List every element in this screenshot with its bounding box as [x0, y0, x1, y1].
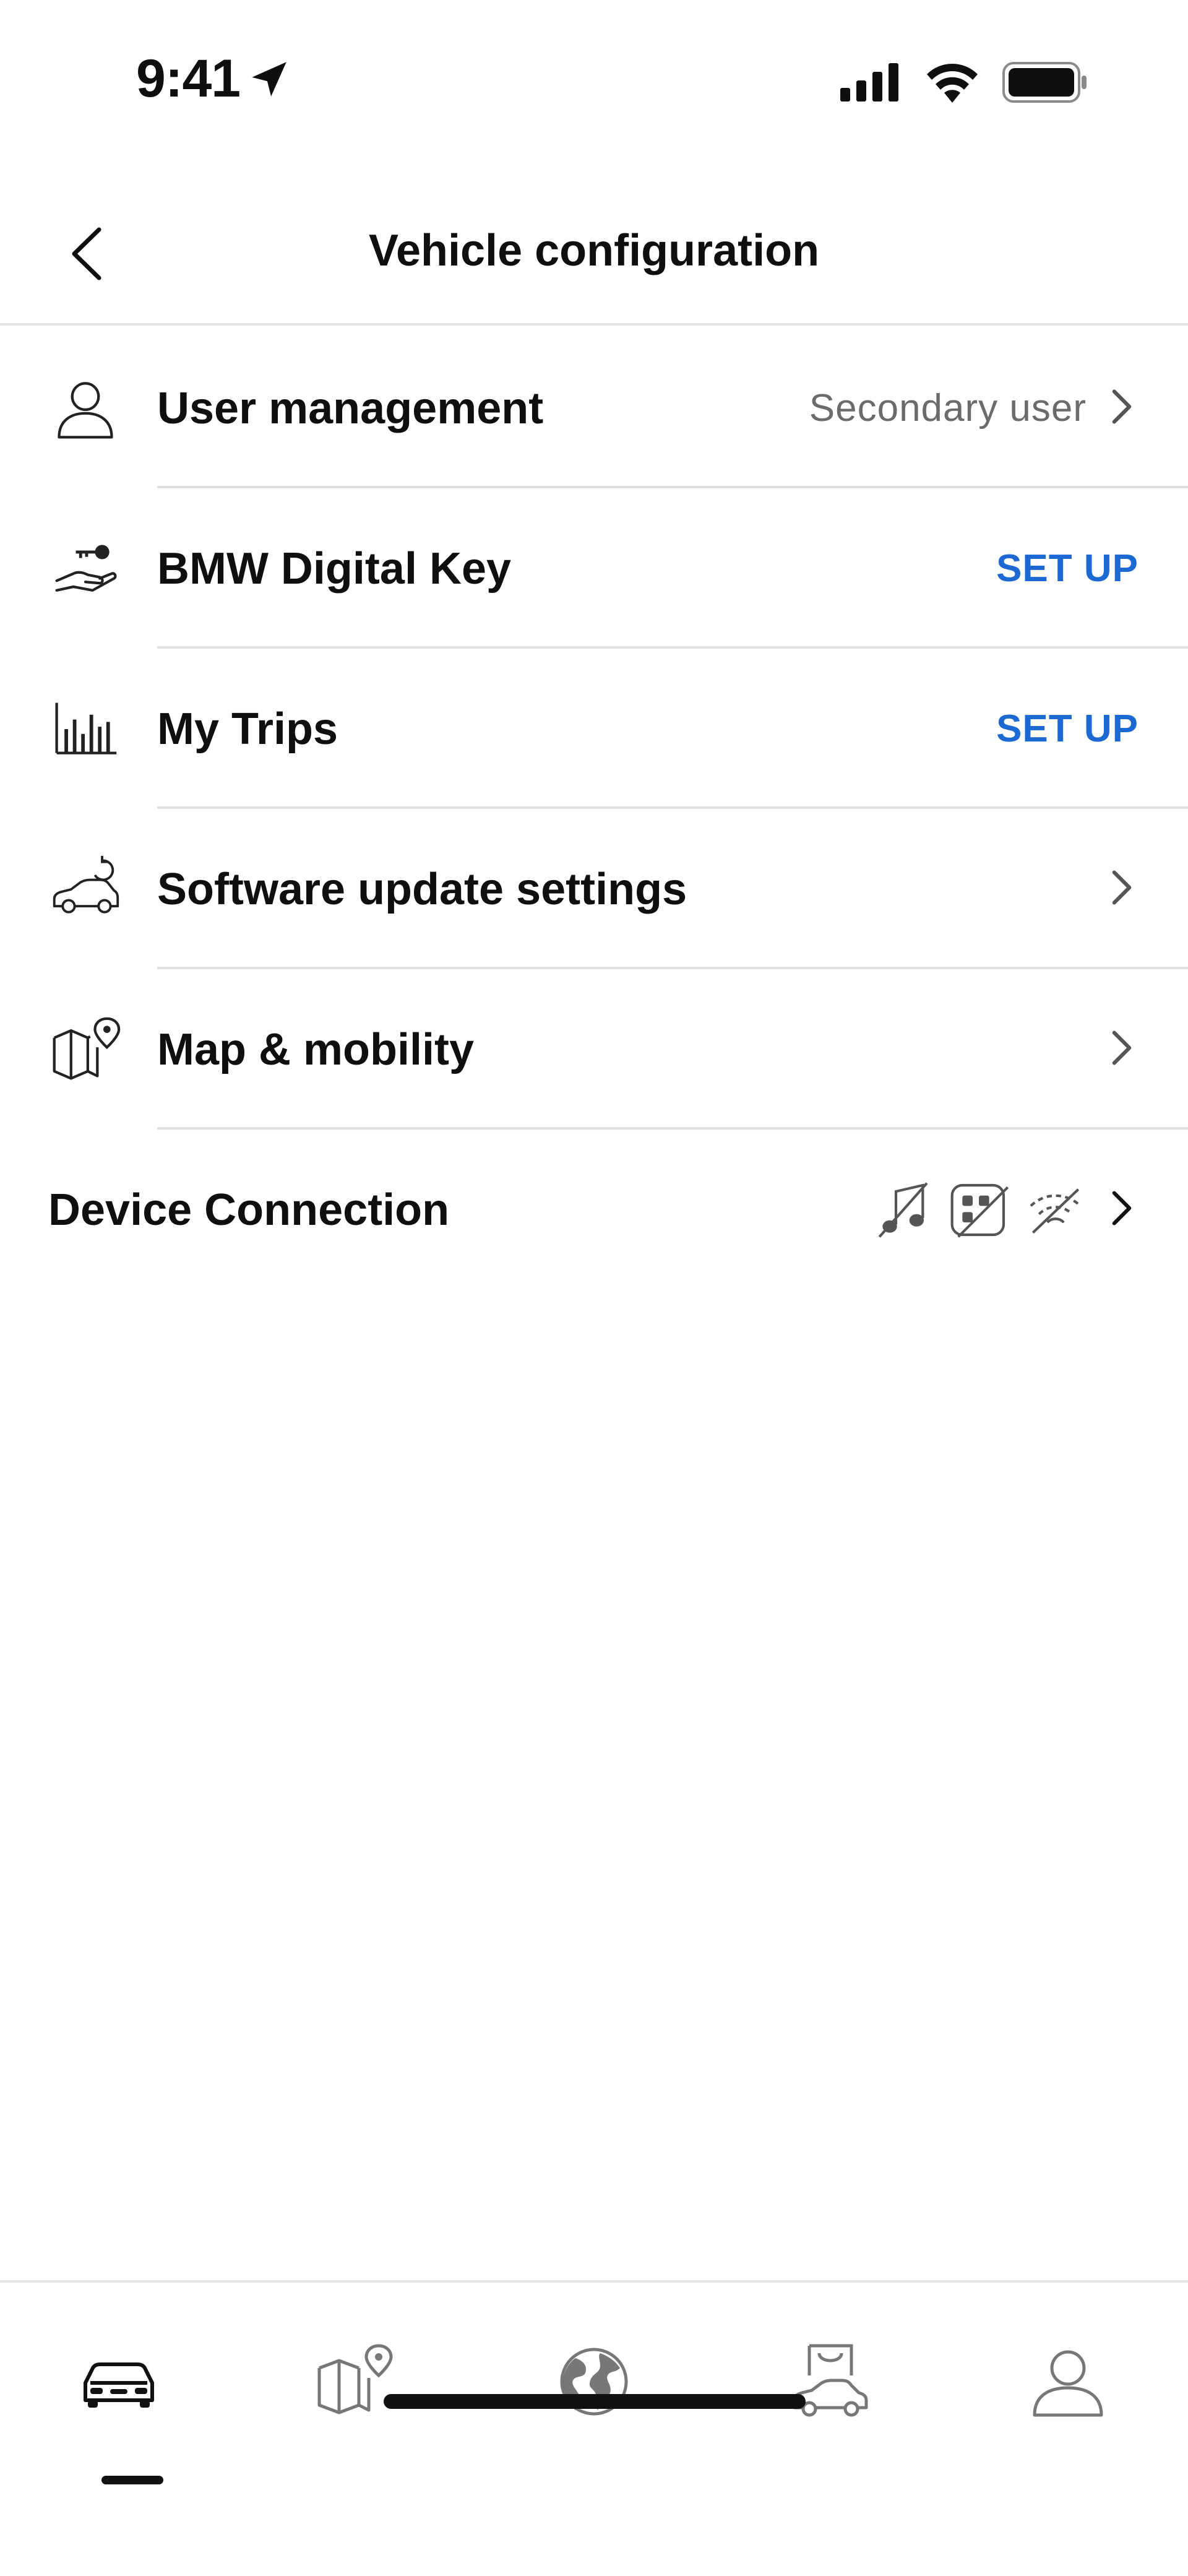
digital-key-row[interactable]: BMW Digital Key SET UP	[0, 488, 1188, 649]
wifi-off-icon	[1030, 1188, 1082, 1234]
user-icon	[48, 371, 123, 446]
user-management-label: User management	[157, 383, 544, 433]
car-icon	[84, 2362, 154, 2408]
map-pin-icon	[48, 1013, 123, 1087]
navigation-header: Vehicle configuration	[0, 186, 1188, 326]
status-time-text: 9:41	[136, 49, 241, 108]
bottom-tab-bar	[0, 2280, 1188, 2576]
vehicle-configuration-screen: 9:41 Vehicle configuration User manageme…	[0, 0, 1188, 2576]
connection-status-icons	[871, 1179, 1087, 1241]
page-title: Vehicle configuration	[368, 226, 820, 275]
map-mobility-label: Map & mobility	[157, 1024, 475, 1074]
software-update-right	[1105, 866, 1138, 912]
home-indicator	[384, 2394, 806, 2409]
status-bar: 9:41	[0, 0, 1188, 161]
my-trips-row[interactable]: My Trips SET UP	[0, 649, 1188, 809]
map-pin-icon	[317, 2344, 393, 2414]
chevron-right-icon	[1105, 866, 1138, 912]
map-mobility-row[interactable]: Map & mobility	[0, 969, 1188, 1130]
music-off-icon	[878, 1182, 928, 1238]
profile-icon	[1033, 2350, 1103, 2417]
digital-key-icon	[48, 532, 123, 606]
my-trips-label: My Trips	[157, 704, 338, 754]
apps-off-icon	[950, 1183, 1009, 1238]
digital-key-label: BMW Digital Key	[157, 543, 512, 594]
device-connection-right	[871, 1179, 1138, 1241]
shop-car-icon	[793, 2344, 868, 2417]
active-tab-indicator	[101, 2476, 163, 2484]
trips-chart-icon	[48, 692, 123, 766]
device-connection-row[interactable]: Device Connection	[0, 1130, 1188, 1290]
globe-tab[interactable]	[544, 2332, 644, 2431]
status-icons	[840, 62, 1089, 103]
status-time: 9:41	[136, 48, 292, 110]
cellular-signal-icon	[840, 63, 898, 102]
profile-tab[interactable]	[1018, 2332, 1117, 2431]
globe-icon	[560, 2348, 628, 2416]
chevron-right-icon	[1105, 1026, 1138, 1073]
user-management-right: Secondary user	[809, 385, 1138, 431]
battery-icon	[1002, 62, 1087, 103]
map-mobility-right	[1105, 1026, 1138, 1073]
chevron-right-icon	[1105, 385, 1138, 431]
wifi-icon	[927, 64, 978, 103]
device-connection-label: Device Connection	[48, 1185, 450, 1235]
chevron-right-icon	[1105, 1186, 1138, 1233]
user-role-value: Secondary user	[809, 387, 1087, 430]
my-trips-setup-button[interactable]: SET UP	[996, 707, 1138, 751]
software-update-row[interactable]: Software update settings	[0, 809, 1188, 969]
user-management-row[interactable]: User management Secondary user	[0, 328, 1188, 488]
location-arrow-icon	[252, 61, 286, 97]
digital-key-right: SET UP	[996, 547, 1138, 590]
car-tab[interactable]	[69, 2332, 168, 2484]
my-trips-right: SET UP	[996, 707, 1138, 751]
car-update-icon	[48, 852, 123, 927]
digital-key-setup-button[interactable]: SET UP	[996, 547, 1138, 590]
settings-list: User management Secondary user BMW Digit…	[0, 328, 1188, 1290]
shop-tab[interactable]	[781, 2332, 880, 2431]
map-tab[interactable]	[306, 2332, 405, 2431]
software-update-label: Software update settings	[157, 864, 687, 914]
